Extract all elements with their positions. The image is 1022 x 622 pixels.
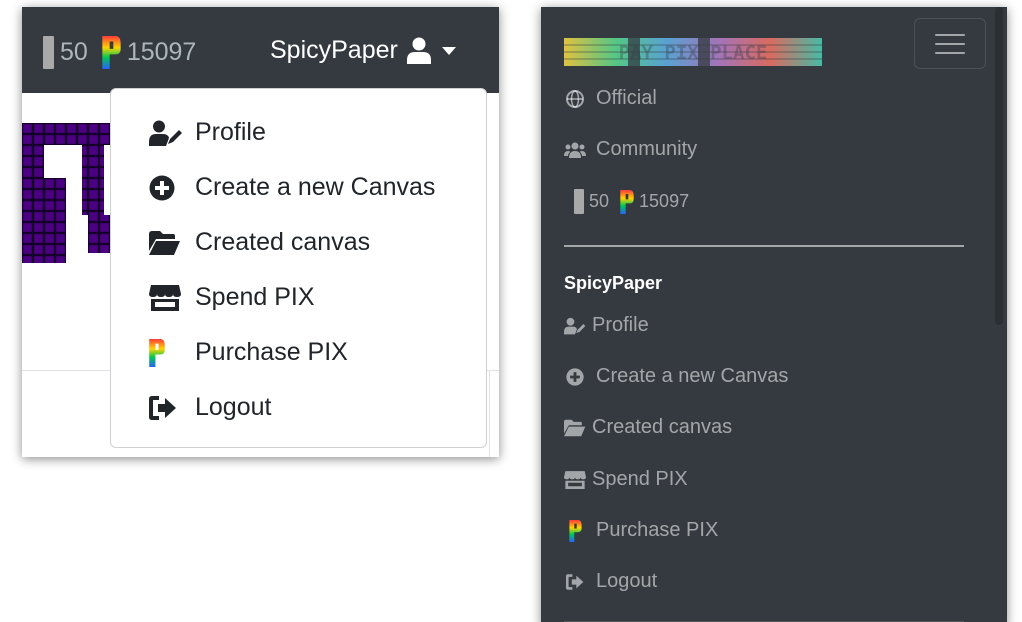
- menu-item-label: Spend PIX: [592, 468, 688, 490]
- menu-item-create-canvas[interactable]: Create a new Canvas: [564, 365, 788, 388]
- pix-balance: 15097: [639, 191, 690, 211]
- username-heading: SpicyPaper: [564, 273, 663, 293]
- nav-link-community[interactable]: Community: [564, 138, 697, 161]
- dropdown-item-spend-pix[interactable]: Spend PIX: [111, 272, 486, 322]
- menu-item-label: Create a new Canvas: [596, 365, 789, 387]
- user-edit-icon: [149, 119, 183, 147]
- brand-name: PAY PIX PLACE: [619, 42, 768, 64]
- menu-item-label: Created canvas: [592, 416, 733, 438]
- users-icon: [564, 139, 586, 161]
- nav-link-label: Community: [596, 138, 698, 160]
- pixel-canvas-preview: [22, 123, 112, 263]
- dropdown-item-label: Spend PIX: [195, 283, 315, 311]
- hamburger-icon: [935, 34, 965, 36]
- sign-out-icon: [564, 571, 586, 593]
- pix-balance: 15097: [126, 38, 197, 66]
- pix-balance-display: 50 15097: [43, 36, 196, 69]
- hamburger-icon-line: [935, 43, 965, 45]
- username: SpicyPaper: [270, 36, 398, 64]
- menu-item-spend-pix[interactable]: Spend PIX: [564, 468, 688, 491]
- top-navbar: 50 15097 SpicyPaper: [22, 7, 499, 93]
- pix-logo-icon: [620, 189, 634, 214]
- pixel-counter-icon: [43, 36, 54, 69]
- hamburger-icon-line: [935, 52, 965, 54]
- desktop-screenshot: 50 15097 SpicyPaper Profile Create a new…: [22, 7, 499, 457]
- sign-out-icon: [149, 394, 183, 422]
- menu-item-logout[interactable]: Logout: [564, 570, 657, 593]
- dropdown-item-label: Profile: [195, 118, 266, 146]
- user-menu-toggle[interactable]: SpicyPaper: [270, 36, 456, 65]
- pixel-counter-icon: [574, 189, 584, 214]
- pix-count: 50: [589, 191, 610, 211]
- plus-circle-icon: [149, 174, 183, 202]
- menu-item-created-canvas[interactable]: Created canvas: [564, 416, 732, 439]
- menu-item-label: Logout: [596, 570, 658, 592]
- menu-item-label: Purchase PIX: [596, 519, 719, 541]
- card-border: [489, 370, 490, 457]
- dropdown-item-created-canvas[interactable]: Created canvas: [111, 217, 486, 267]
- dropdown-item-create-canvas[interactable]: Create a new Canvas: [111, 162, 486, 212]
- mobile-screenshot: PAY PIX PLACE Official Community 50 1509…: [541, 7, 1007, 622]
- pix-logo-icon: [564, 519, 586, 542]
- pix-count: 50: [60, 38, 88, 66]
- dropdown-item-logout[interactable]: Logout: [111, 382, 486, 432]
- user-dropdown-menu: Profile Create a new Canvas Created canv…: [110, 88, 487, 448]
- folder-open-icon: [149, 229, 183, 257]
- folder-open-icon: [564, 417, 586, 439]
- dropdown-item-label: Created canvas: [195, 228, 371, 256]
- menu-item-label: Profile: [592, 314, 649, 336]
- menu-divider: [564, 245, 964, 247]
- dropdown-item-profile[interactable]: Profile: [111, 107, 486, 157]
- globe-icon: [564, 88, 586, 110]
- chevron-down-icon: [441, 46, 456, 55]
- pix-logo-icon: [102, 36, 121, 69]
- pix-logo-icon: [149, 339, 183, 367]
- brand-logo[interactable]: PAY PIX PLACE: [564, 38, 822, 66]
- navbar-toggler-button[interactable]: [914, 18, 986, 69]
- dropdown-item-label: Purchase PIX: [195, 338, 348, 366]
- menu-item-profile[interactable]: Profile: [564, 314, 649, 337]
- user-icon: [406, 37, 431, 64]
- plus-circle-icon: [564, 366, 586, 388]
- dropdown-item-purchase-pix[interactable]: Purchase PIX: [111, 327, 486, 377]
- dropdown-item-label: Logout: [195, 393, 272, 421]
- scrollbar[interactable]: [995, 7, 1003, 325]
- store-icon: [564, 469, 586, 491]
- user-edit-icon: [564, 315, 586, 337]
- store-icon: [149, 284, 183, 312]
- pix-balance-display: 50 15097: [574, 189, 689, 214]
- menu-item-purchase-pix[interactable]: Purchase PIX: [564, 519, 718, 542]
- nav-link-label: Official: [596, 87, 657, 109]
- dropdown-item-label: Create a new Canvas: [195, 173, 436, 201]
- nav-link-official[interactable]: Official: [564, 87, 657, 110]
